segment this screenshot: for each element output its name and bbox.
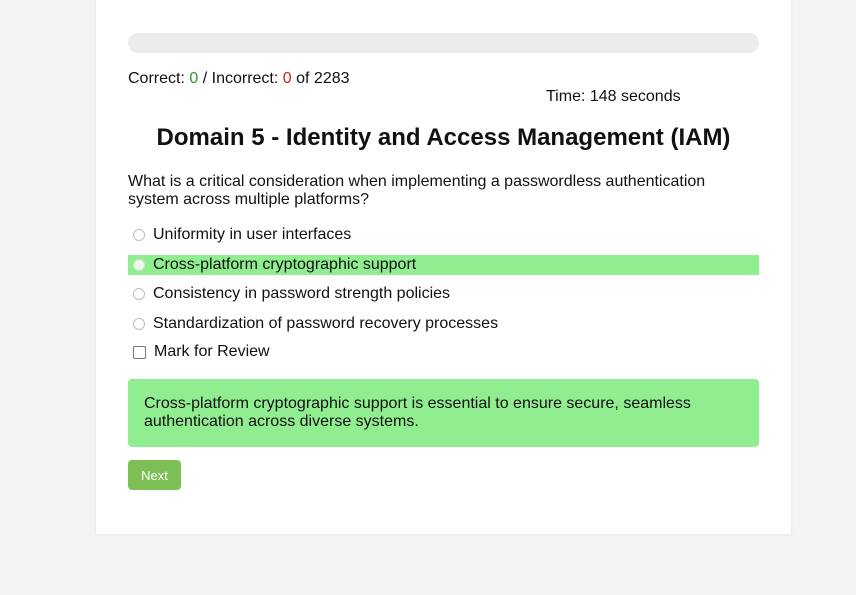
radio-button[interactable] [133, 288, 145, 300]
answer-option-3[interactable]: Consistency in password strength policie… [128, 284, 759, 304]
answer-option-1[interactable]: Uniformity in user interfaces [128, 225, 759, 245]
timer: Time: 148 seconds [546, 88, 681, 105]
question-text: What is a critical consideration when im… [128, 173, 706, 208]
score-summary: Correct: 0 / Incorrect: 0 of 2283 [128, 70, 350, 88]
answer-option-2-correct[interactable]: Cross-platform cryptographic support [128, 254, 759, 275]
incorrect-count: 0 [282, 70, 292, 87]
next-button[interactable]: Next [128, 460, 181, 490]
answer-option-label: Uniformity in user interfaces [153, 226, 352, 243]
correct-count: 0 [189, 70, 199, 87]
radio-button[interactable] [133, 258, 145, 271]
mark-for-review-label: Mark for Review [154, 343, 270, 360]
answer-options: Uniformity in user interfaces Cross-plat… [128, 225, 759, 343]
answer-option-4[interactable]: Standardization of password recovery pro… [128, 314, 759, 334]
of-label: of [296, 70, 310, 87]
domain-title: Domain 5 - Identity and Access Managemen… [156, 124, 731, 151]
answer-option-label: Cross-platform cryptographic support [153, 255, 417, 273]
radio-button[interactable] [133, 229, 145, 241]
answer-option-label: Consistency in password strength policie… [153, 285, 451, 302]
answer-option-label: Standardization of password recovery pro… [153, 314, 499, 332]
explanation-box: Cross-platform cryptographic support is … [128, 379, 759, 447]
correct-label: Correct: [128, 70, 185, 87]
progress-bar [128, 33, 759, 53]
radio-button[interactable] [133, 317, 145, 330]
mark-for-review-checkbox[interactable] [133, 345, 146, 359]
mark-for-review[interactable]: Mark for Review [128, 343, 270, 361]
incorrect-label: Incorrect: [211, 70, 279, 87]
score-separator: / [202, 70, 208, 87]
total-questions: 2283 [313, 70, 350, 87]
quiz-card: Correct: 0 / Incorrect: 0 of 2283 Time: … [96, 0, 791, 534]
